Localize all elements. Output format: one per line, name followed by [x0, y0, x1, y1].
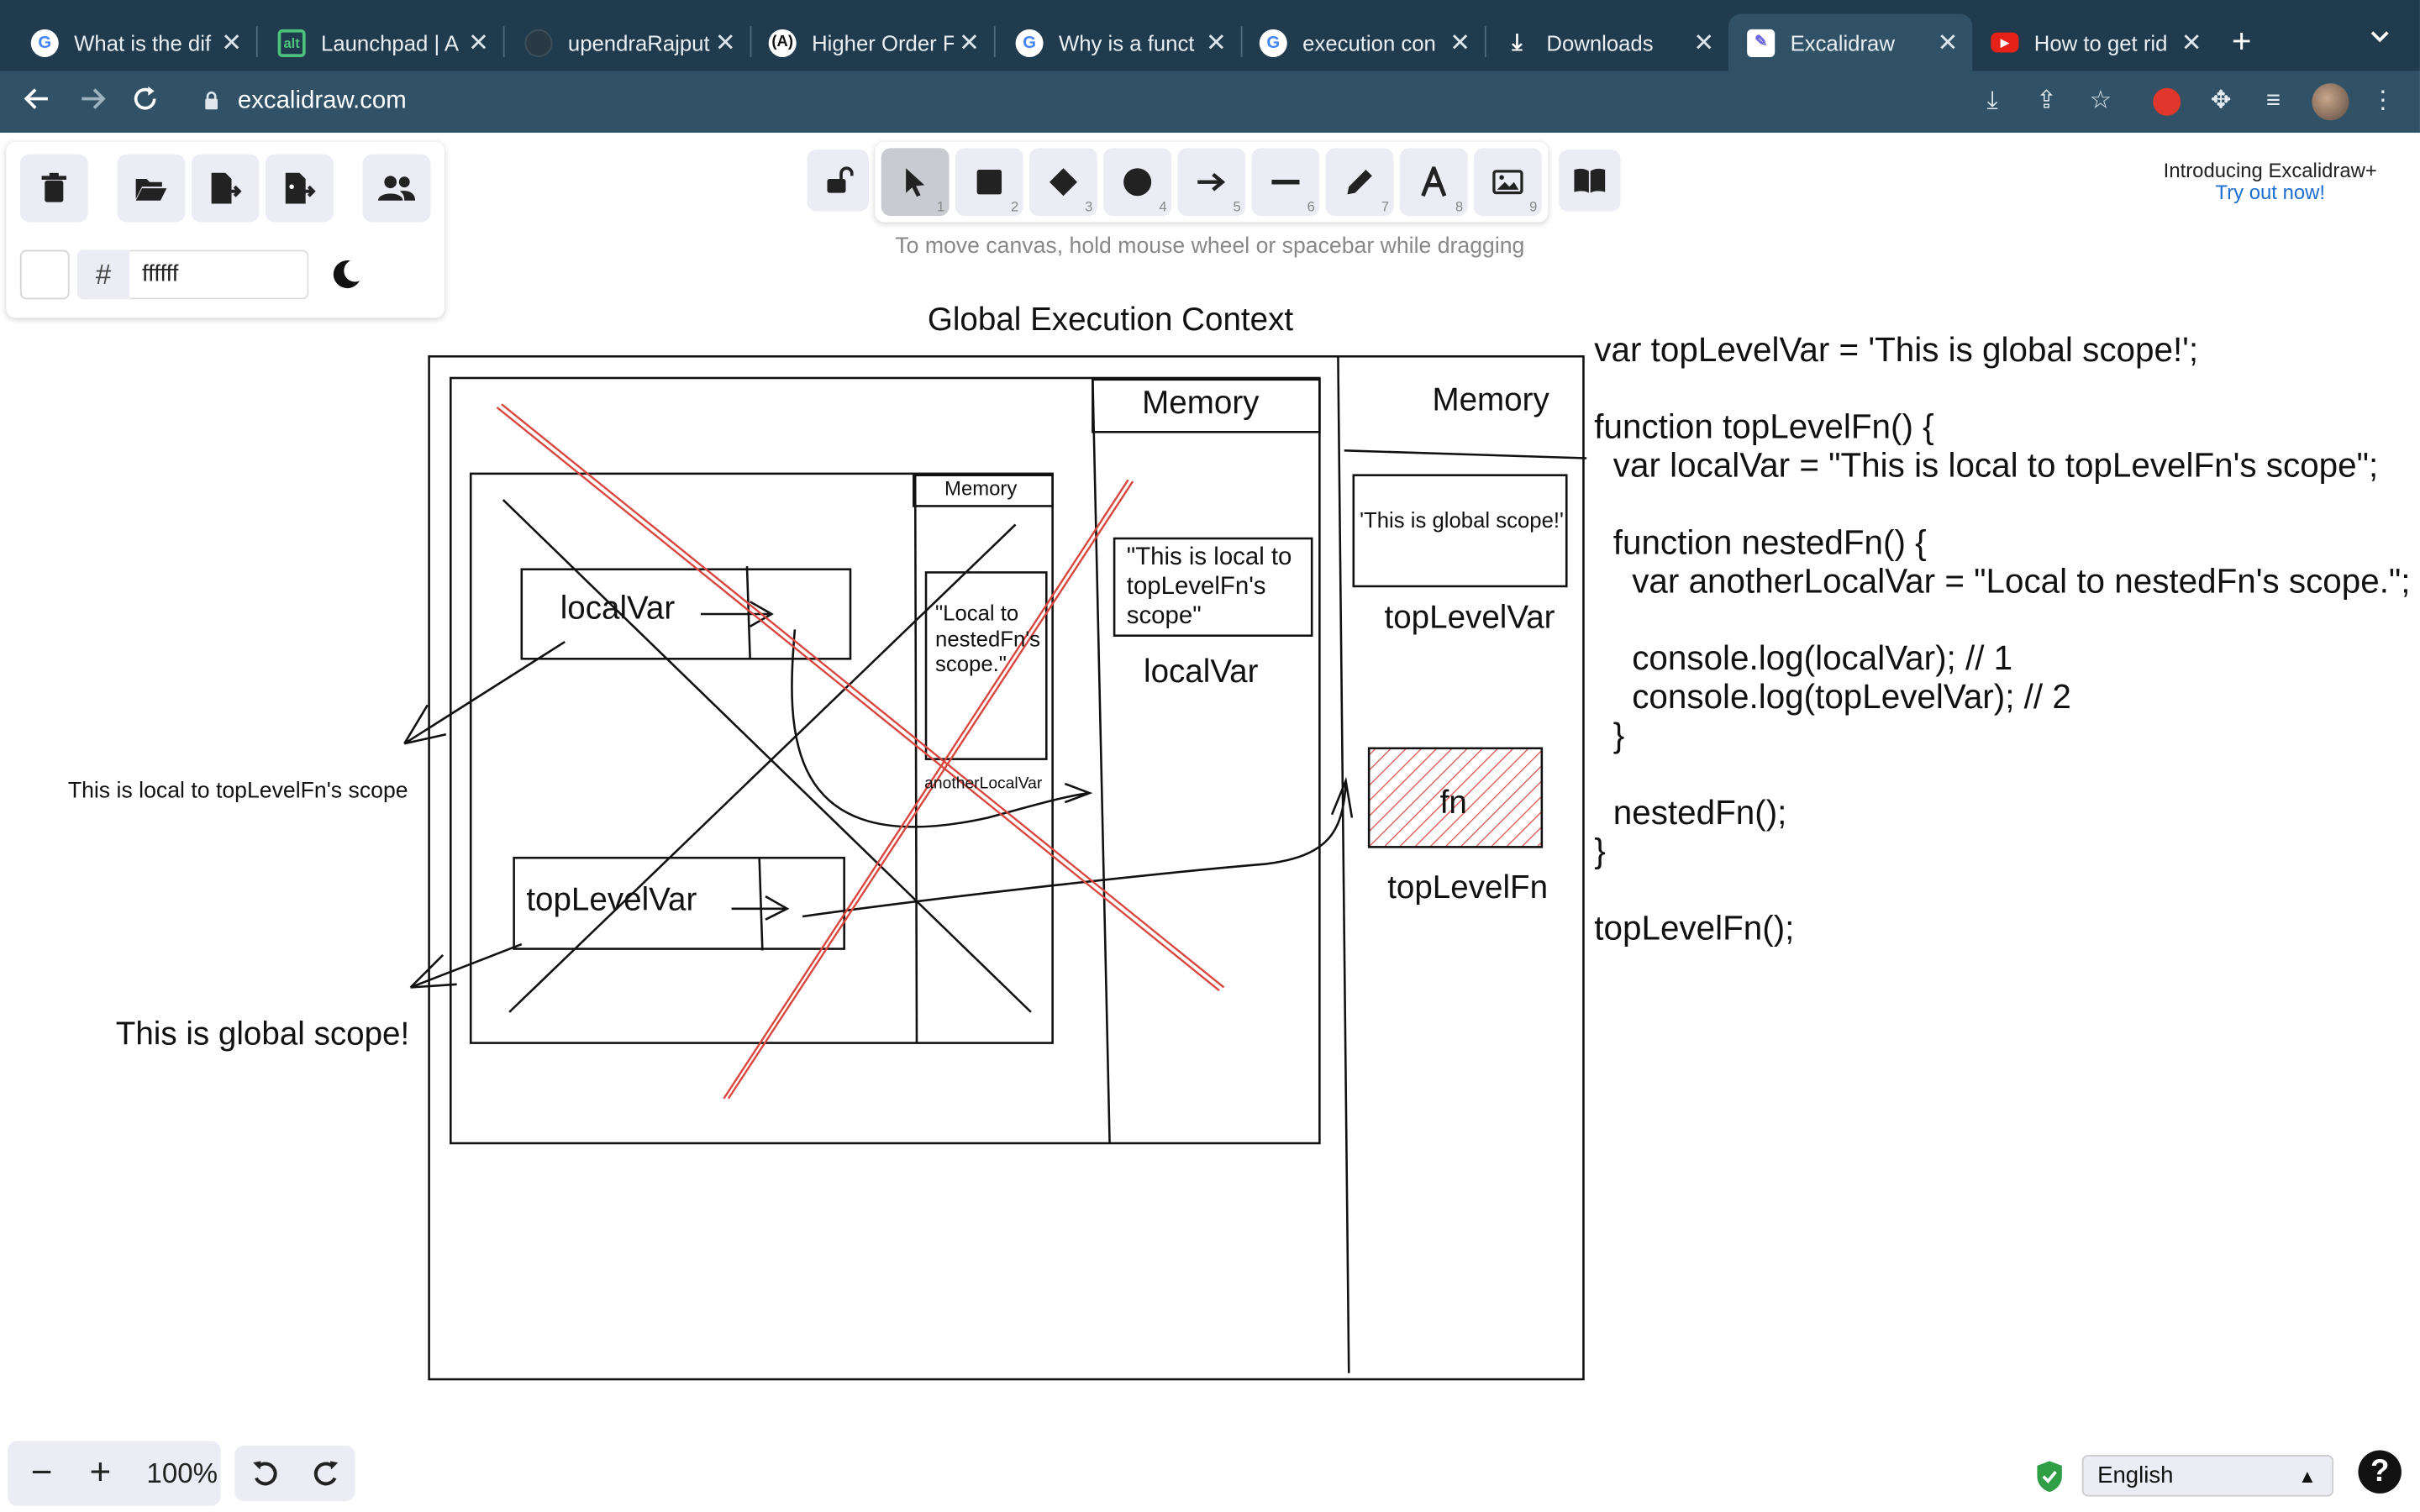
- tool-shortcut: 6: [1307, 198, 1315, 215]
- language-value: English: [2097, 1462, 2174, 1489]
- exec-toplevelvar-divider: [758, 858, 764, 951]
- ellipse-icon: [1123, 168, 1152, 197]
- language-select[interactable]: English ▲: [2081, 1455, 2334, 1497]
- background-hex-input[interactable]: ffffff: [129, 249, 309, 300]
- pencil-icon: [1347, 170, 1372, 195]
- tool-shortcut: 9: [1529, 198, 1538, 215]
- exec-localvar-label: localVar: [560, 591, 676, 627]
- undo-icon: [252, 1461, 276, 1486]
- caret-up-icon: ▲: [2298, 1465, 2317, 1488]
- shapes-toolbar: 1 2 3 4 5 6 7 8 9: [875, 141, 1549, 223]
- text-icon: [1421, 166, 1447, 197]
- text-tool[interactable]: 8: [1399, 148, 1468, 217]
- open-button[interactable]: [117, 154, 186, 223]
- tool-shortcut: 5: [1233, 198, 1241, 215]
- collaborate-button[interactable]: [362, 154, 431, 223]
- global-toplevelvar-label: topLevelVar: [1384, 600, 1555, 636]
- zoom-in-button[interactable]: +: [70, 1441, 131, 1505]
- users-icon: [377, 176, 416, 201]
- global-box-value: 'This is global scope!': [1360, 507, 1564, 533]
- image-tool[interactable]: 9: [1474, 148, 1542, 217]
- global-context-title: Global Execution Context: [927, 302, 1294, 339]
- tool-shortcut: 3: [1085, 198, 1093, 215]
- tool-shortcut: 7: [1381, 198, 1390, 215]
- export-image-button[interactable]: [265, 154, 334, 223]
- promo-title: Introducing Excalidraw+: [2163, 159, 2377, 182]
- history-controls: [234, 1445, 355, 1502]
- draw-tool[interactable]: 7: [1325, 148, 1394, 217]
- nestedfn-memory-divider: [913, 475, 918, 1043]
- selection-tool[interactable]: 1: [881, 148, 950, 217]
- promo-link[interactable]: Try out now!: [2130, 181, 2411, 204]
- fn-box-label: fn: [1439, 785, 1467, 822]
- global-toplevelfn-label: topLevelFn: [1387, 869, 1549, 906]
- tool-shortcut: 8: [1455, 198, 1464, 215]
- toplevelfn-memory-divider: [1092, 379, 1111, 1144]
- tool-shortcut: 2: [1011, 198, 1019, 215]
- book-open-icon: [1574, 168, 1606, 193]
- line-icon: [1271, 179, 1300, 185]
- tool-shortcut: 1: [936, 198, 945, 215]
- exec-toplevelvar-label: topLevelVar: [526, 882, 697, 918]
- save-button[interactable]: [191, 154, 260, 223]
- global-memory-divider: [1337, 356, 1350, 1373]
- code-snippet: var topLevelVar = 'This is global scope!…: [1594, 330, 2411, 948]
- zoom-out-button[interactable]: −: [11, 1441, 72, 1505]
- dark-mode-moon-icon[interactable]: [327, 256, 364, 293]
- toplevelfn-localvar-label: localVar: [1143, 654, 1259, 690]
- library-button[interactable]: [1559, 150, 1621, 212]
- side-global-text: This is global scope!: [115, 1016, 410, 1053]
- file-export-icon: [211, 172, 242, 204]
- help-icon[interactable]: ?: [2358, 1450, 2402, 1494]
- redo-icon: [313, 1461, 338, 1486]
- tool-shortcut: 4: [1159, 198, 1167, 215]
- image-icon: [1492, 170, 1523, 195]
- canvas-hint: To move canvas, hold mouse wheel or spac…: [895, 234, 1525, 260]
- folder-open-icon: [135, 179, 167, 201]
- global-memory-label: Memory: [1432, 382, 1549, 418]
- clear-canvas-button[interactable]: [19, 154, 88, 223]
- background-color-swatch[interactable]: [19, 249, 70, 300]
- redo-button[interactable]: [295, 1446, 355, 1501]
- hex-prefix: #: [76, 249, 130, 300]
- lock-tool-button[interactable]: [807, 150, 870, 212]
- diamond-tool[interactable]: 3: [1029, 148, 1097, 217]
- toplevelfn-memory-label: Memory: [1142, 386, 1260, 422]
- nestedfn-anotherlocalvar-label: anotherLocalVar: [924, 774, 1043, 794]
- ellipse-tool[interactable]: 4: [1103, 148, 1172, 217]
- local-box-value: "This is local to topLevelFn's scope": [1126, 544, 1292, 630]
- scope-chain-arrow-2: [802, 776, 1354, 918]
- rectangle-tool[interactable]: 2: [955, 148, 1023, 217]
- trash-icon: [41, 172, 66, 202]
- unlock-icon: [827, 166, 854, 193]
- rectangle-icon: [976, 170, 1002, 195]
- nested-box-value: "Local to nestedFn's scope.": [935, 600, 1041, 676]
- nestedfn-memory-label: Memory: [944, 476, 1018, 501]
- arrow-tool[interactable]: 5: [1177, 148, 1246, 217]
- global-memory-underline: [1344, 449, 1587, 459]
- encryption-shield-icon[interactable]: [2034, 1460, 2065, 1494]
- canvas-actions-panel: # ffffff: [6, 141, 445, 318]
- side-local-text: This is local to topLevelFn's scope: [67, 779, 408, 804]
- pointer-icon: [906, 168, 925, 197]
- toplevelvar-arrow: [731, 895, 790, 921]
- line-tool[interactable]: 6: [1251, 148, 1320, 217]
- image-export-icon: [285, 172, 316, 204]
- arrow-icon: [1197, 172, 1226, 192]
- toplevelfn-context-frame: [450, 376, 1321, 1145]
- zoom-controls: − + 100%: [8, 1441, 221, 1506]
- global-value-arrow: [409, 942, 523, 989]
- zoom-reset-button[interactable]: 100%: [137, 1441, 227, 1505]
- diamond-icon: [1049, 168, 1078, 197]
- undo-button[interactable]: [234, 1446, 295, 1501]
